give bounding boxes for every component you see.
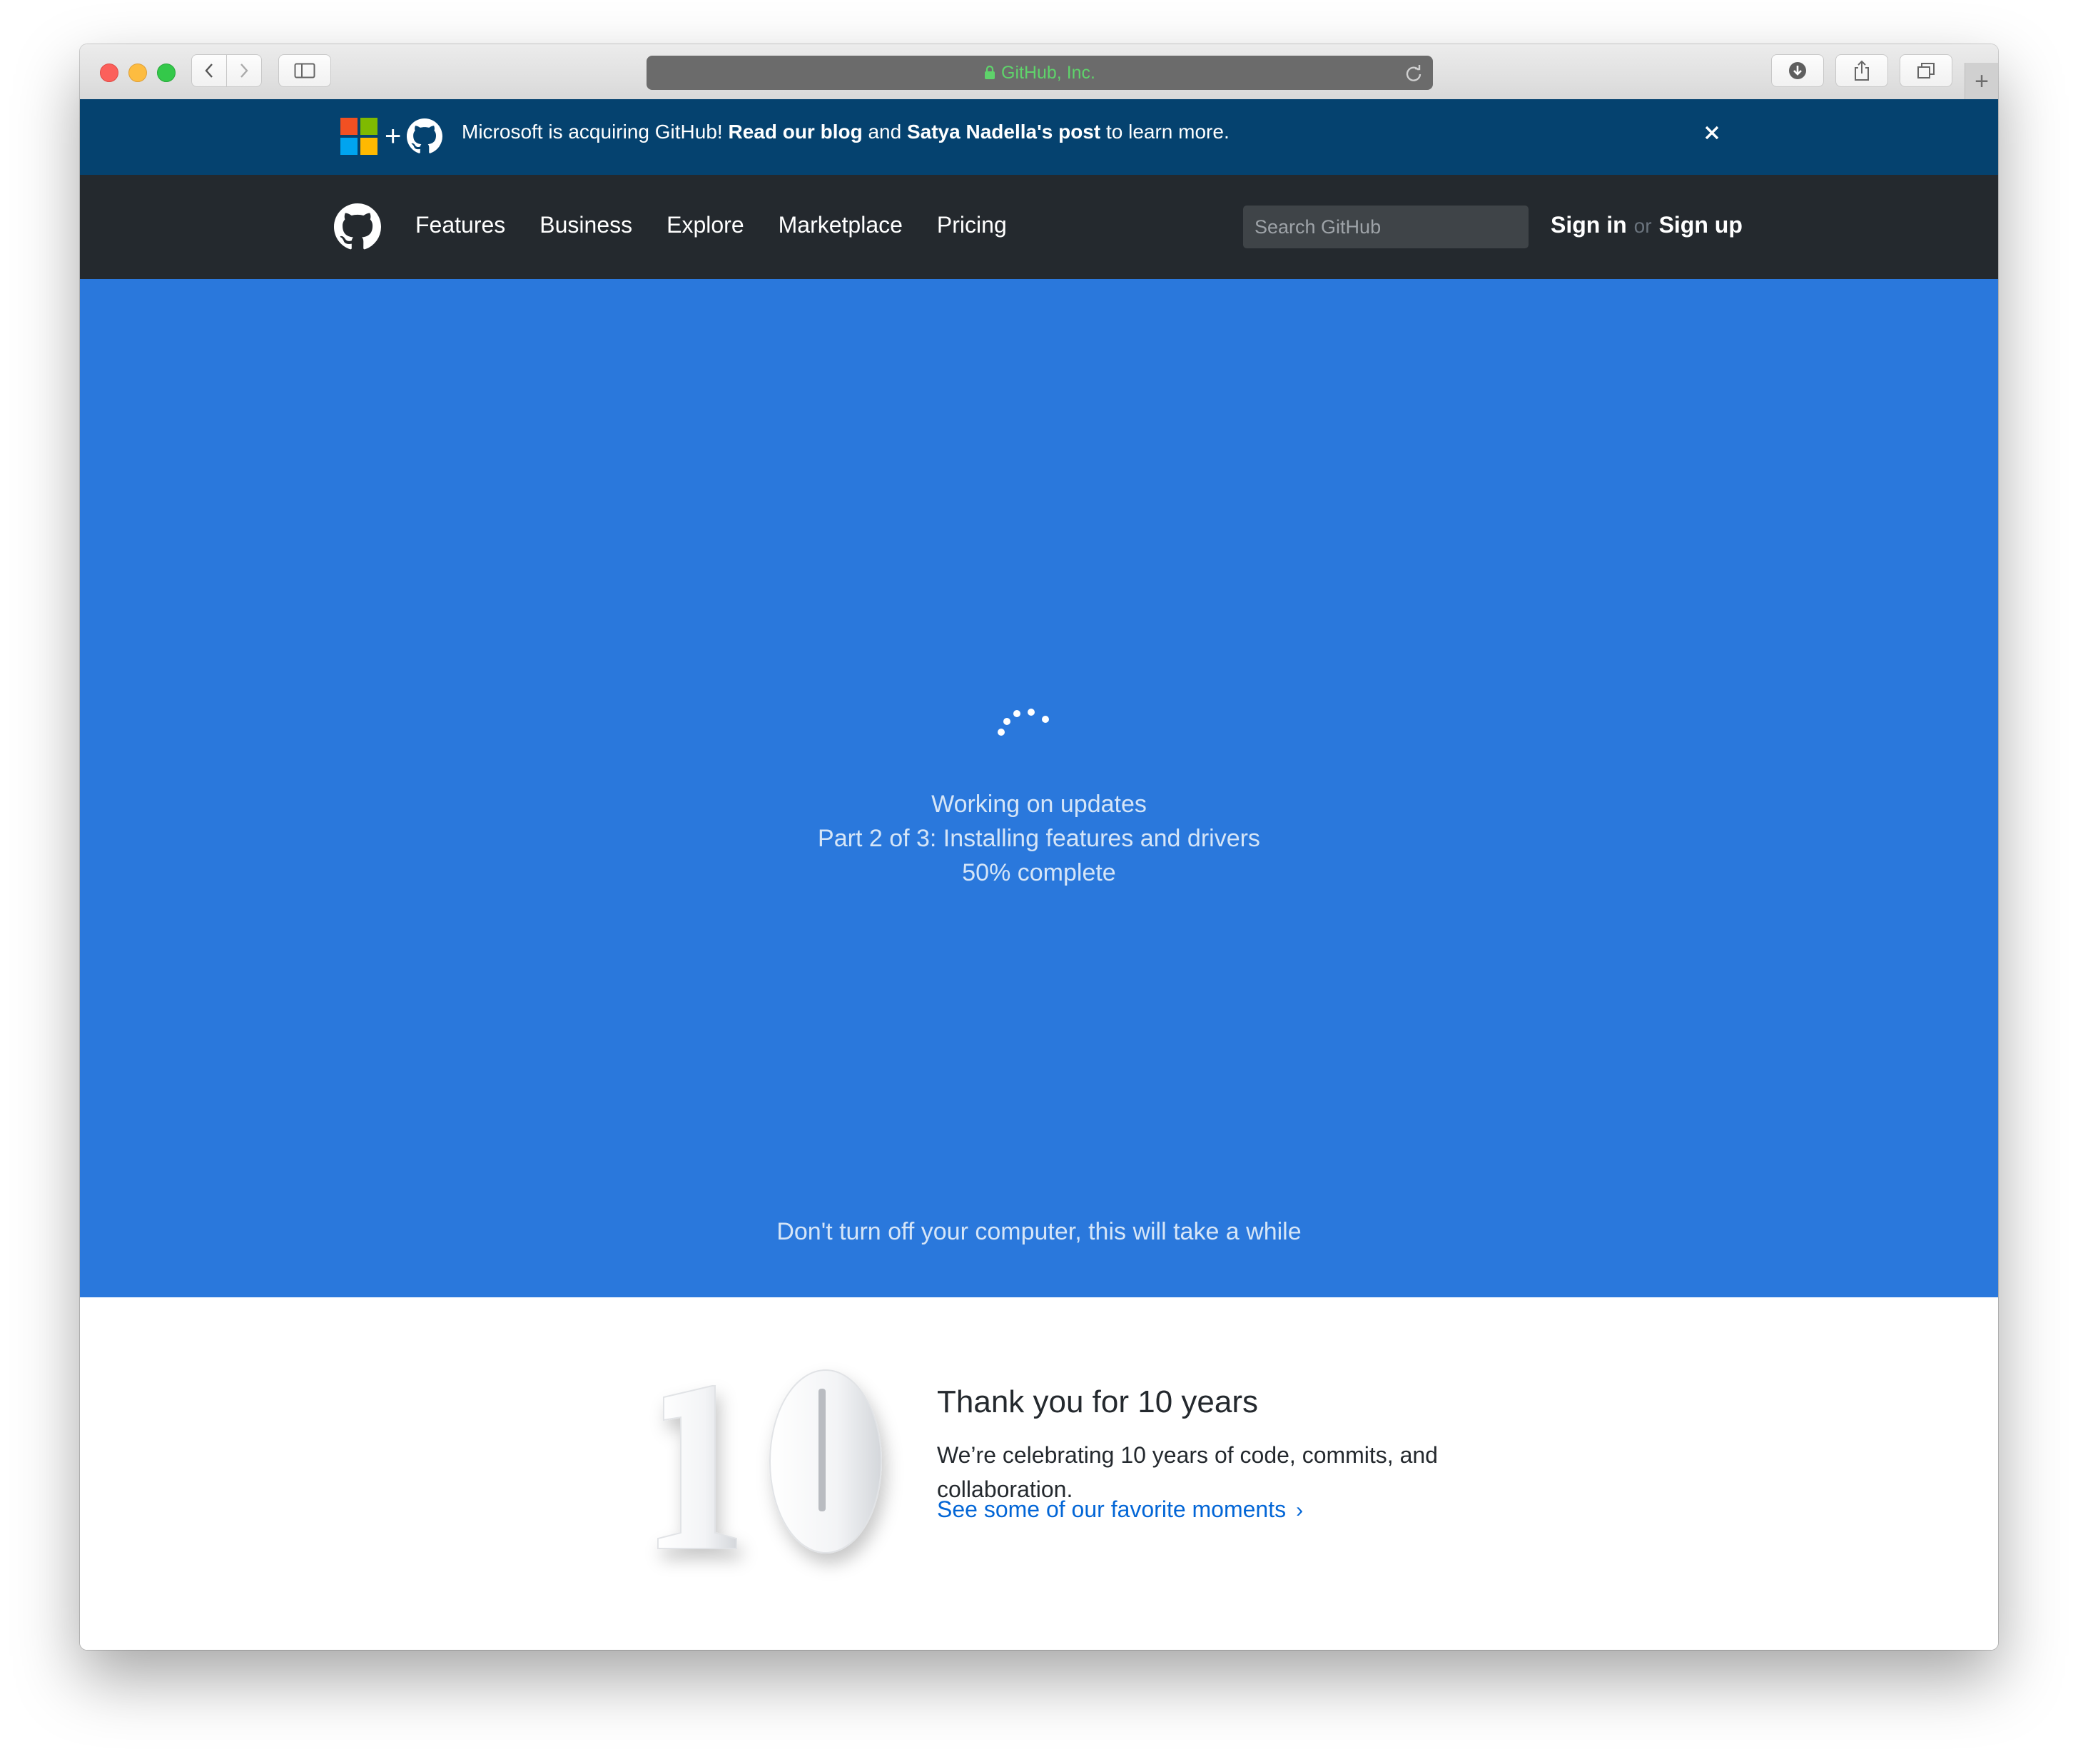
chevron-right-icon: › — [1296, 1499, 1304, 1522]
read-our-blog-link[interactable]: Read our blog — [728, 121, 862, 143]
tab-overview-button[interactable] — [1900, 54, 1952, 87]
sidebar-toggle-button[interactable] — [278, 54, 331, 87]
github-octocat-icon — [407, 118, 443, 153]
forward-button[interactable] — [226, 54, 262, 87]
browser-toolbar: GitHub, Inc. + — [80, 44, 1998, 100]
download-icon — [1789, 62, 1806, 79]
nav-explore[interactable]: Explore — [667, 212, 744, 238]
nav-pricing[interactable]: Pricing — [937, 212, 1007, 238]
update-title: Working on updates — [931, 791, 1147, 818]
reload-icon[interactable] — [1404, 64, 1423, 83]
nav-business[interactable]: Business — [539, 212, 632, 238]
anniversary-section: Thank you for 10 years We’re celebrating… — [80, 1297, 1998, 1650]
share-button[interactable] — [1835, 54, 1888, 87]
chevron-left-icon — [205, 64, 213, 78]
close-banner-icon[interactable] — [1704, 125, 1720, 141]
auth-links: Sign in or Sign up — [1551, 212, 1743, 238]
loading-spinner-icon — [998, 705, 1062, 748]
address-bar[interactable]: GitHub, Inc. — [647, 56, 1433, 90]
sign-up-link[interactable]: Sign up — [1659, 212, 1743, 238]
chevron-right-icon — [240, 64, 248, 78]
favorite-moments-link[interactable]: See some of our favorite moments › — [937, 1496, 1303, 1523]
sidebar-icon — [294, 63, 315, 78]
main-nav: Features Business Explore Marketplace Pr… — [415, 212, 1041, 238]
share-icon — [1855, 60, 1869, 81]
close-window-button[interactable] — [100, 64, 118, 82]
banner-lead-text: Microsoft is acquiring GitHub! — [462, 121, 723, 143]
or-separator: or — [1633, 215, 1652, 237]
update-part: Part 2 of 3: Installing features and dri… — [818, 825, 1260, 852]
nav-marketplace[interactable]: Marketplace — [779, 212, 903, 238]
address-text: GitHub, Inc. — [1001, 62, 1095, 83]
banner-tail-text: to learn more. — [1105, 121, 1230, 143]
search-input[interactable] — [1243, 206, 1529, 248]
microsoft-logo-icon — [340, 118, 377, 155]
favorite-moments-label: See some of our favorite moments — [937, 1496, 1287, 1522]
minimize-window-button[interactable] — [128, 64, 147, 82]
new-tab-button[interactable]: + — [1965, 63, 1998, 99]
nav-features[interactable]: Features — [415, 212, 505, 238]
update-hero: Working on updates Part 2 of 3: Installi… — [80, 279, 1998, 1297]
update-status: Working on updates Part 2 of 3: Installi… — [80, 787, 1998, 890]
banner-message: Microsoft is acquiring GitHub! Read our … — [462, 121, 1230, 143]
zoom-window-button[interactable] — [157, 64, 176, 82]
sign-in-link[interactable]: Sign in — [1551, 212, 1627, 238]
update-warning: Don't turn off your computer, this will … — [776, 1218, 1302, 1245]
back-button[interactable] — [191, 54, 227, 87]
github-header: Features Business Explore Marketplace Pr… — [80, 175, 1998, 279]
github-logo-icon[interactable] — [334, 203, 381, 250]
banner-logos: + — [340, 118, 443, 155]
browser-window: GitHub, Inc. + + Microsoft is acquiring … — [80, 44, 1998, 1650]
plus-icon: + — [385, 121, 402, 152]
lock-icon — [985, 66, 995, 79]
downloads-button[interactable] — [1771, 54, 1824, 87]
ten-years-graphic — [657, 1369, 882, 1553]
satya-post-link[interactable]: Satya Nadella's post — [907, 121, 1100, 143]
tabs-icon — [1917, 63, 1935, 78]
anniversary-title: Thank you for 10 years — [937, 1384, 1259, 1419]
announcement-banner: + Microsoft is acquiring GitHub! Read ou… — [80, 99, 1998, 175]
update-progress: 50% complete — [962, 859, 1116, 886]
banner-and-text: and — [868, 121, 902, 143]
